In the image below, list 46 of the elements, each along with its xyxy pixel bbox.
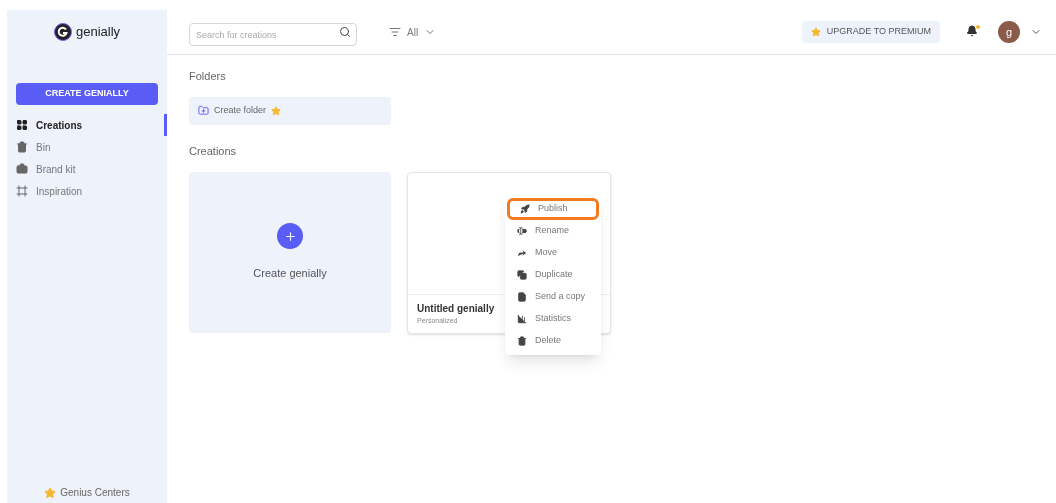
menu-item[interactable]: Publish: [507, 198, 599, 220]
text-cursor-icon: [517, 226, 527, 236]
trash-icon: [16, 141, 28, 153]
trash-icon: [517, 336, 527, 346]
bell-icon: [966, 25, 978, 37]
avatar[interactable]: g: [998, 21, 1020, 43]
star-icon: [810, 27, 821, 37]
brand-name: genially: [75, 23, 121, 42]
arrow-icon: [517, 248, 527, 258]
plus-icon: [283, 229, 297, 243]
briefcase-icon: [16, 163, 28, 175]
menu-item[interactable]: Statistics: [507, 308, 599, 330]
star-icon: [271, 105, 282, 116]
filter-dropdown[interactable]: All: [389, 24, 437, 40]
creation-title: Untitled genially: [417, 302, 495, 317]
filter-icon: [389, 26, 401, 38]
nav-item[interactable]: Creations: [7, 114, 167, 136]
file-icon: [517, 292, 527, 302]
notification-button[interactable]: [966, 25, 980, 39]
upgrade-button[interactable]: UPGRADE TO PREMIUM: [801, 21, 940, 43]
create-folder-button[interactable]: Create folder: [189, 96, 391, 125]
copy-icon: [517, 270, 527, 280]
search-field[interactable]: Search for creations: [189, 23, 357, 46]
plus-button[interactable]: [277, 223, 303, 250]
card-label: Create genially: [253, 266, 327, 282]
section-heading: Creations: [189, 143, 238, 159]
logo-icon: [53, 23, 72, 41]
search-icon: [339, 25, 351, 38]
star-icon: [44, 486, 57, 499]
nav-item[interactable]: Brand kit: [7, 158, 167, 180]
menu-item[interactable]: Send a copy: [507, 286, 599, 308]
rocket-icon: [520, 204, 530, 214]
frame-icon: [16, 185, 28, 197]
genius-centers-link[interactable]: Genius Centers: [60, 485, 130, 500]
section-heading: Folders: [189, 69, 227, 84]
bar-chart-icon: [517, 314, 527, 324]
nav-item[interactable]: Bin: [7, 136, 167, 158]
menu-item[interactable]: Move: [507, 242, 599, 264]
grid-icon: [16, 119, 28, 131]
nav-item[interactable]: Inspiration: [7, 180, 167, 202]
create-genially-card[interactable]: Create genially: [189, 172, 391, 333]
menu-item[interactable]: Rename: [507, 220, 599, 242]
menu-item[interactable]: Duplicate: [507, 264, 599, 286]
create-genially-button[interactable]: CREATE GENIALLY: [16, 83, 158, 105]
menu-item[interactable]: Delete: [507, 330, 599, 352]
folder-plus-icon: [198, 105, 209, 116]
